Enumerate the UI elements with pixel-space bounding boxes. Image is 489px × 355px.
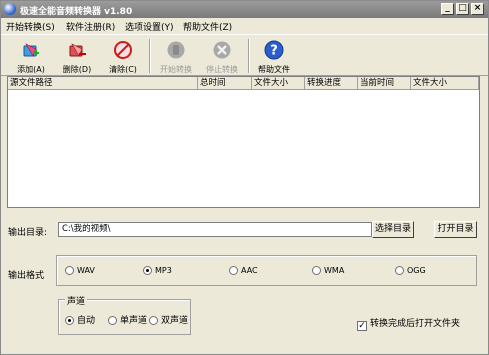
start-convert-button[interactable]: 开始转换 [155, 38, 197, 76]
clear-button[interactable]: 清除(C) [102, 38, 144, 76]
format-radio-wma[interactable]: WMA [312, 266, 344, 275]
open-after-checkbox[interactable]: ✓ 转换完成后打开文件夹 [357, 316, 460, 331]
start-convert-icon [167, 41, 185, 59]
clear-button-label: 清除(C) [109, 65, 137, 74]
add-button-label: 添加(A) [17, 65, 45, 74]
menu-start-convert[interactable]: 开始转换(S) [6, 20, 55, 33]
channel-radio-mono[interactable]: 单声道 [108, 313, 147, 326]
add-file-icon [23, 43, 39, 57]
column-file-size[interactable]: 文件大小 [252, 77, 305, 90]
checkbox-checked: ✓ [357, 321, 367, 331]
format-radio-ogg[interactable]: OGG [395, 266, 426, 275]
stop-convert-icon [213, 41, 231, 59]
menu-help[interactable]: 帮助文件(Z) [183, 20, 232, 33]
toolbar-separator [248, 39, 250, 73]
radio-button-selected [65, 316, 74, 325]
channel-radio-stereo[interactable]: 双声道 [149, 313, 188, 326]
channel-group: 声道 自动 单声道 双声道 [58, 294, 191, 335]
stop-convert-label: 停止转换 [206, 65, 238, 74]
menu-register[interactable]: 软件注册(R) [66, 20, 115, 33]
menu-bar: 开始转换(S) 软件注册(R) 选项设置(Y) 帮助文件(Z) [1, 18, 488, 33]
svg-text:?: ? [270, 44, 278, 59]
radio-button [395, 266, 404, 275]
window-title: 极速全能音频转换器 v1.80 [20, 7, 133, 17]
app-icon [4, 3, 16, 15]
start-convert-label: 开始转换 [160, 65, 192, 74]
toolbar-separator [149, 39, 151, 73]
radio-button-selected [143, 266, 152, 275]
title-bar: 极速全能音频转换器 v1.80 _ □ × [1, 1, 488, 18]
close-button[interactable]: × [471, 3, 484, 15]
delete-file-icon [69, 43, 86, 57]
app-window: 极速全能音频转换器 v1.80 _ □ × 开始转换(S) 软件注册(R) 选项… [0, 0, 489, 355]
format-radio-aac[interactable]: AAC [229, 266, 258, 275]
open-dir-button[interactable]: 打开目录 [434, 221, 477, 238]
radio-button [65, 266, 74, 275]
clear-icon [114, 41, 132, 59]
column-current-time[interactable]: 当前时间 [358, 77, 411, 90]
file-list[interactable]: 源文件路径 总时间 文件大小 转换进度 当前时间 文件大小 [7, 76, 480, 208]
radio-button [108, 316, 117, 325]
output-format-label: 输出格式 [8, 271, 45, 281]
menu-options[interactable]: 选项设置(Y) [125, 20, 174, 33]
channel-group-label: 声道 [65, 294, 88, 307]
column-source-path[interactable]: 源文件路径 [8, 77, 198, 90]
delete-button-label: 删除(D) [62, 65, 92, 74]
help-icon: ? [264, 40, 284, 60]
stop-convert-button[interactable]: 停止转换 [201, 38, 243, 76]
output-dir-label: 输出目录: [8, 228, 48, 238]
radio-button [229, 266, 238, 275]
column-output-size[interactable]: 文件大小 [411, 77, 479, 90]
delete-button[interactable]: 删除(D) [56, 38, 98, 76]
help-button[interactable]: ? 帮助文件 [253, 38, 295, 76]
radio-button [149, 316, 158, 325]
channel-radio-auto[interactable]: 自动 [65, 313, 95, 326]
output-dir-input[interactable]: C:\我的视频\ [58, 222, 372, 237]
toolbar: 添加(A) 删除(D) 清除(C) 开始转换 停止转换 ? 帮助文件 [1, 34, 488, 76]
add-button[interactable]: 添加(A) [10, 38, 52, 76]
minimize-button[interactable]: _ [441, 3, 454, 15]
file-list-header: 源文件路径 总时间 文件大小 转换进度 当前时间 文件大小 [8, 77, 479, 90]
format-group: WAV MP3 AAC WMA OGG [56, 255, 477, 286]
radio-button [312, 266, 321, 275]
choose-dir-button[interactable]: 选择目录 [372, 221, 414, 238]
column-total-time[interactable]: 总时间 [198, 77, 252, 90]
help-button-label: 帮助文件 [258, 65, 290, 74]
column-progress[interactable]: 转换进度 [305, 77, 358, 90]
format-radio-mp3[interactable]: MP3 [143, 266, 172, 275]
format-radio-wav[interactable]: WAV [65, 266, 95, 275]
maximize-button[interactable]: □ [456, 3, 469, 15]
